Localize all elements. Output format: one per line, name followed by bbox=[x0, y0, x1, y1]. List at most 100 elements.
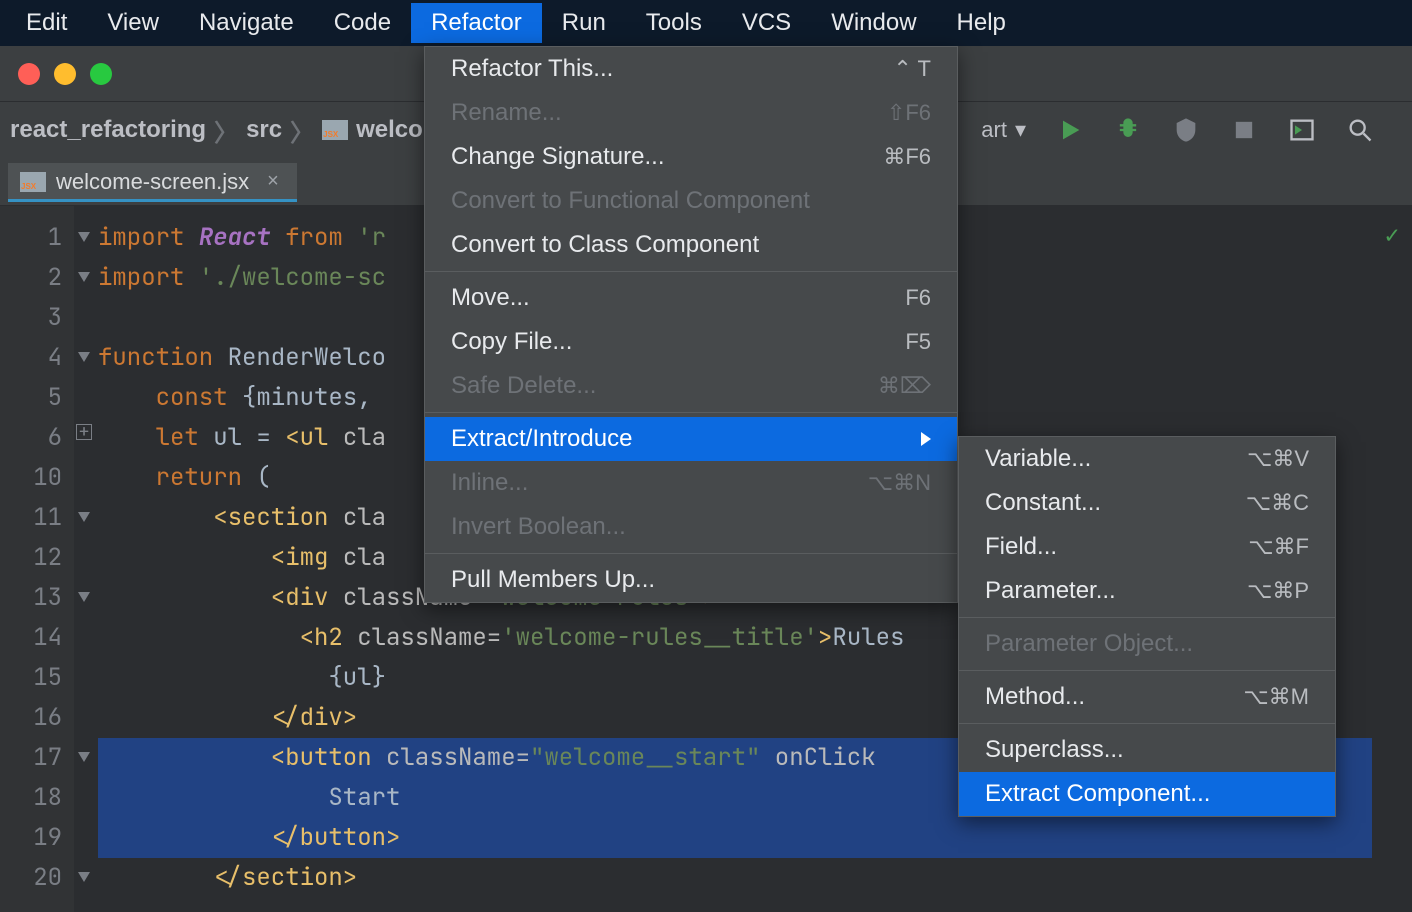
menu-item-label: Extract Component... bbox=[985, 780, 1210, 808]
menu-run[interactable]: Run bbox=[542, 3, 626, 43]
extract-menu-item-constant[interactable]: Constant...⌥⌘C bbox=[959, 481, 1335, 525]
search-icon[interactable] bbox=[1346, 116, 1374, 144]
refactor-menu-separator bbox=[425, 412, 957, 413]
tab-filename: welcome-screen.jsx bbox=[56, 169, 249, 195]
menu-tools[interactable]: Tools bbox=[626, 3, 722, 43]
line-number: 15 bbox=[0, 658, 62, 698]
menu-refactor[interactable]: Refactor bbox=[411, 3, 542, 43]
fold-icon[interactable] bbox=[74, 218, 98, 258]
line-number: 10 bbox=[0, 458, 62, 498]
menu-edit[interactable]: Edit bbox=[6, 3, 87, 43]
extract-menu-item-method[interactable]: Method... ⌥⌘M bbox=[959, 675, 1335, 719]
chevron-right-icon: 〉 bbox=[290, 113, 314, 148]
menu-item-label: Parameter... bbox=[985, 577, 1116, 605]
line-number: 16 bbox=[0, 698, 62, 738]
fold-icon[interactable] bbox=[74, 578, 98, 618]
jsx-file-icon bbox=[322, 120, 348, 140]
menu-item-label: Convert to Functional Component bbox=[451, 187, 810, 215]
line-number: 18 bbox=[0, 778, 62, 818]
menu-item-shortcut: ⌥⌘V bbox=[1247, 446, 1309, 472]
refactor-menu-item-refactor-this[interactable]: Refactor This... ⌃ T bbox=[425, 47, 957, 91]
menu-item-shortcut: F5 bbox=[905, 329, 931, 355]
menu-item-shortcut: ⌥⌘F bbox=[1248, 534, 1309, 560]
coverage-icon[interactable] bbox=[1172, 116, 1200, 144]
line-number: 20 bbox=[0, 858, 62, 898]
menu-item-label: Convert to Class Component bbox=[451, 231, 759, 259]
line-number: 13 bbox=[0, 578, 62, 618]
chevron-down-icon: ▾ bbox=[1015, 117, 1026, 143]
refactor-menu-item-inline: Inline...⌥⌘N bbox=[425, 461, 957, 505]
menu-item-label: Move... bbox=[451, 284, 530, 312]
checkmark-icon: ✓ bbox=[1385, 216, 1399, 912]
run-config-selector[interactable]: art ▾ bbox=[981, 117, 1026, 143]
menu-item-label: Field... bbox=[985, 533, 1057, 561]
extract-menu-item-parameter[interactable]: Parameter... ⌥⌘P bbox=[959, 569, 1335, 613]
stop-icon[interactable] bbox=[1230, 116, 1258, 144]
refactor-menu-item-extract-introduce[interactable]: Extract/Introduce bbox=[425, 417, 957, 461]
extract-menu-separator bbox=[959, 670, 1335, 671]
breadcrumb-folder[interactable]: src bbox=[246, 116, 282, 144]
menu-item-label: Method... bbox=[985, 683, 1085, 711]
menu-item-label: Change Signature... bbox=[451, 143, 664, 171]
debug-icon[interactable] bbox=[1114, 116, 1142, 144]
refactor-menu-item-change-signature[interactable]: Change Signature...⌘F6 bbox=[425, 135, 957, 179]
menu-item-label: Parameter Object... bbox=[985, 630, 1193, 658]
window-minimize-icon[interactable] bbox=[54, 63, 76, 85]
refactor-menu-item-pull-members-up[interactable]: Pull Members Up... bbox=[425, 558, 957, 602]
refactor-menu-item-move[interactable]: Move... F6 bbox=[425, 276, 957, 320]
jsx-file-icon bbox=[20, 172, 46, 192]
menu-navigate[interactable]: Navigate bbox=[179, 3, 314, 43]
fold-gutter bbox=[74, 206, 98, 912]
fold-icon[interactable] bbox=[74, 738, 98, 778]
extract-menu-item-variable[interactable]: Variable... ⌥⌘V bbox=[959, 437, 1335, 481]
breadcrumb-file[interactable]: welco bbox=[356, 116, 423, 144]
line-number: 19 bbox=[0, 818, 62, 858]
menu-vcs[interactable]: VCS bbox=[722, 3, 811, 43]
menu-item-label: Variable... bbox=[985, 445, 1091, 473]
line-number: 2 bbox=[0, 258, 62, 298]
tab-welcome-screen[interactable]: welcome-screen.jsx × bbox=[8, 163, 297, 201]
menu-item-label: Rename... bbox=[451, 99, 562, 127]
breadcrumb-project[interactable]: react_refactoring bbox=[10, 116, 206, 144]
menu-item-shortcut: ⌃ T bbox=[893, 56, 931, 82]
layout-icon[interactable] bbox=[1288, 116, 1316, 144]
window-zoom-icon[interactable] bbox=[90, 63, 112, 85]
close-tab-icon[interactable]: × bbox=[267, 170, 279, 193]
extract-menu-separator bbox=[959, 617, 1335, 618]
extract-menu-item-field[interactable]: Field... ⌥⌘F bbox=[959, 525, 1335, 569]
breadcrumb[interactable]: react_refactoring 〉 src 〉 welco bbox=[10, 113, 423, 148]
fold-icon[interactable] bbox=[74, 498, 98, 538]
menu-item-shortcut: ⌥⌘C bbox=[1246, 490, 1309, 516]
fold-icon[interactable] bbox=[74, 858, 98, 898]
extract-introduce-submenu: Variable... ⌥⌘V Constant...⌥⌘C Field... ⌥⌘F P… bbox=[958, 436, 1336, 817]
extract-menu-item-superclass[interactable]: Superclass... bbox=[959, 728, 1335, 772]
menu-item-shortcut: ⌥⌘P bbox=[1247, 578, 1309, 604]
menu-help[interactable]: Help bbox=[937, 3, 1026, 43]
submenu-arrow-icon bbox=[921, 432, 931, 446]
fold-icon[interactable] bbox=[74, 338, 98, 378]
menu-item-label: Safe Delete... bbox=[451, 372, 596, 400]
window-close-icon[interactable] bbox=[18, 63, 40, 85]
line-number: 3 bbox=[0, 298, 62, 338]
extract-menu-item-extract-component[interactable]: Extract Component... bbox=[959, 772, 1335, 816]
menu-item-label: Inline... bbox=[451, 469, 528, 497]
refactor-menu-item-copy-file[interactable]: Copy File...F5 bbox=[425, 320, 957, 364]
run-icon[interactable] bbox=[1056, 116, 1084, 144]
menu-code[interactable]: Code bbox=[314, 3, 411, 43]
menu-item-shortcut: F6 bbox=[905, 285, 931, 311]
menu-item-label: Refactor This... bbox=[451, 55, 613, 83]
fold-expand-icon[interactable] bbox=[74, 418, 98, 458]
marker-stripe: ✓ bbox=[1372, 206, 1412, 912]
menu-item-shortcut: ⌥⌘M bbox=[1243, 684, 1309, 710]
line-number: 5 bbox=[0, 378, 62, 418]
fold-icon[interactable] bbox=[74, 258, 98, 298]
line-number: 1 bbox=[0, 218, 62, 258]
line-number: 14 bbox=[0, 618, 62, 658]
menu-item-label: Extract/Introduce bbox=[451, 425, 632, 453]
menu-window[interactable]: Window bbox=[811, 3, 936, 43]
refactor-menu-item-convert-to-class-component[interactable]: Convert to Class Component bbox=[425, 223, 957, 267]
chevron-right-icon: 〉 bbox=[214, 113, 238, 148]
line-number: 12 bbox=[0, 538, 62, 578]
menu-view[interactable]: View bbox=[87, 3, 179, 43]
menu-item-label: Invert Boolean... bbox=[451, 513, 626, 541]
